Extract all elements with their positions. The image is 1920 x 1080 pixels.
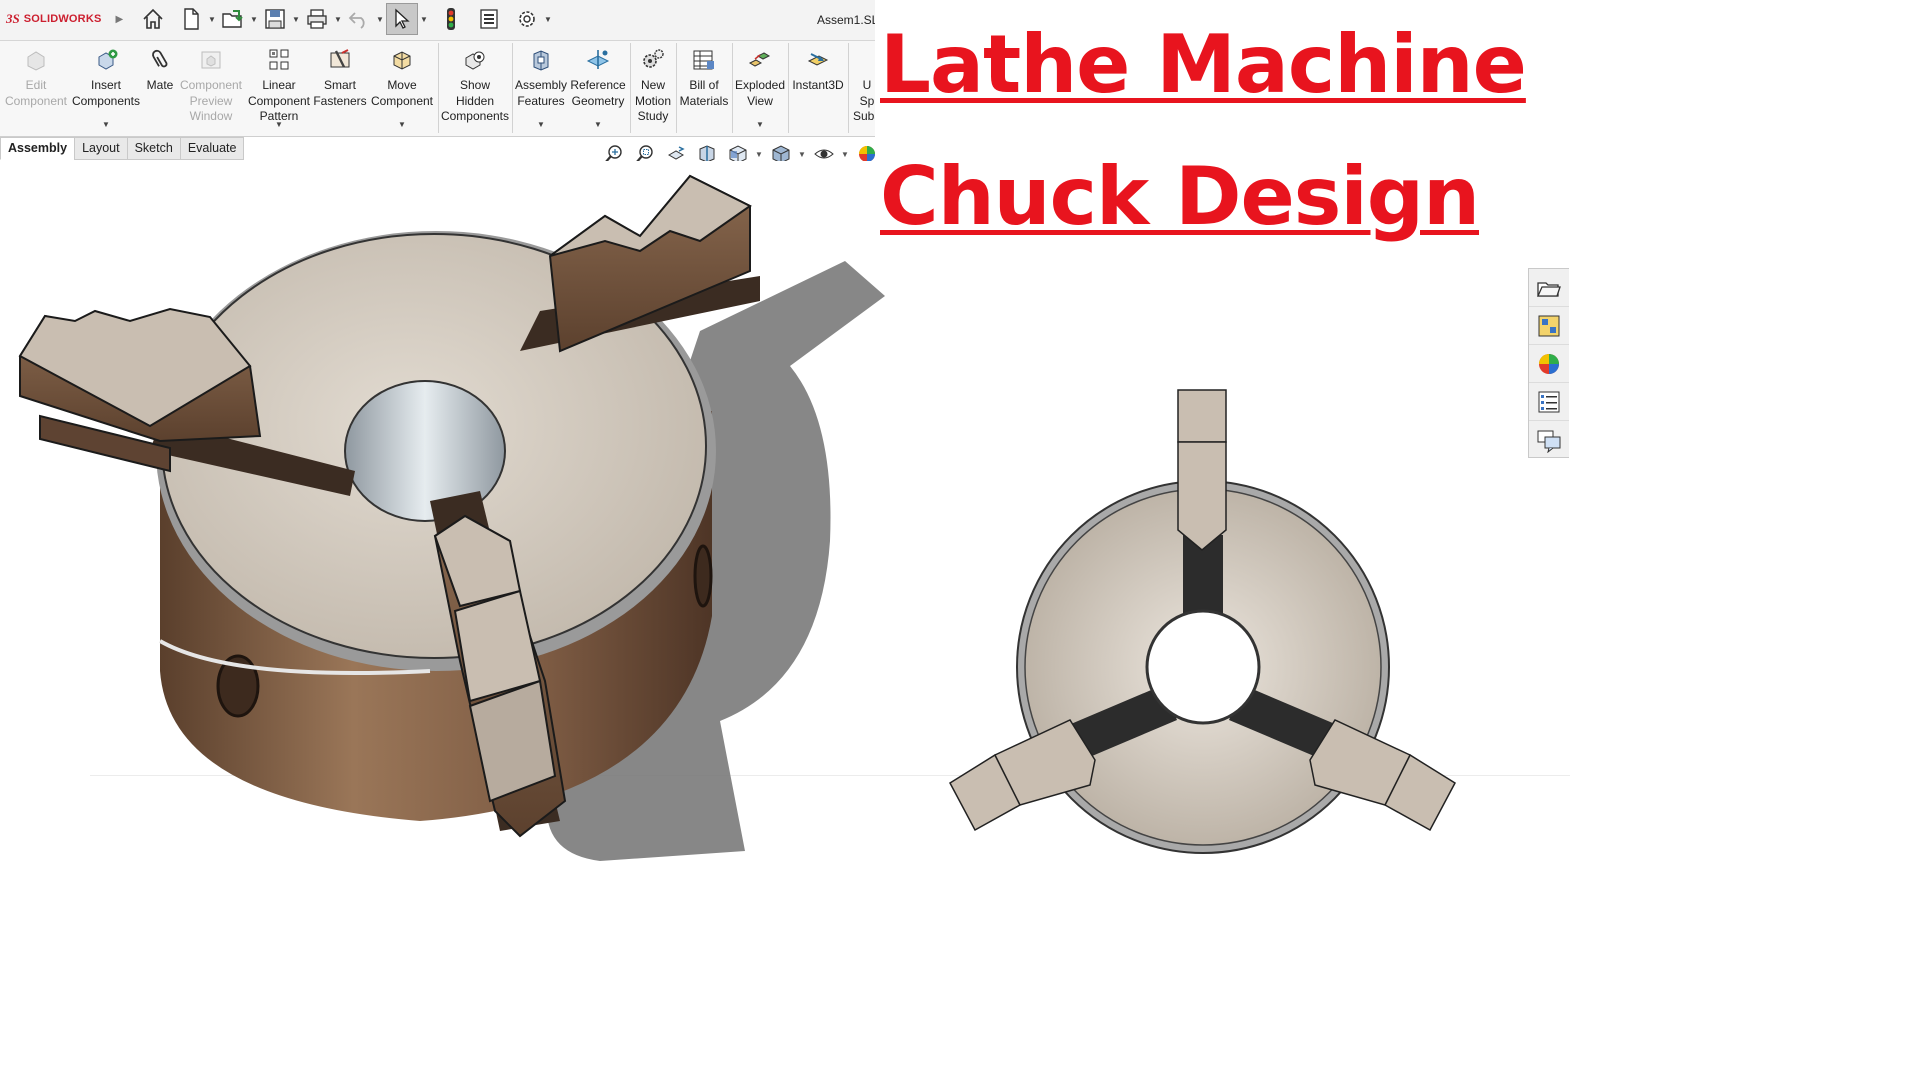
print-dropdown-icon[interactable]: ▼ bbox=[332, 15, 344, 24]
linear-pattern-dropdown-icon[interactable]: ▼ bbox=[275, 120, 283, 129]
linear-pattern-label: Linear Component Pattern bbox=[247, 78, 311, 123]
assembly-features-button[interactable]: Assembly Features ▼ bbox=[514, 45, 568, 133]
forum-icon[interactable] bbox=[1529, 421, 1569, 458]
front-view-jaw-top bbox=[1177, 389, 1227, 551]
linear-component-pattern-button[interactable]: Linear Component Pattern ▼ bbox=[246, 45, 312, 133]
component-preview-window-button[interactable]: Component Preview Window bbox=[178, 45, 244, 133]
select-dropdown-icon[interactable]: ▼ bbox=[418, 15, 430, 24]
edit-component-button[interactable]: Edit Component bbox=[4, 45, 68, 133]
move-component-dropdown-icon[interactable]: ▼ bbox=[398, 120, 406, 129]
document-title: Assem1.SLD bbox=[817, 13, 875, 27]
tab-sketch[interactable]: Sketch bbox=[126, 137, 181, 160]
instant3d-button[interactable]: Instant3D bbox=[790, 45, 846, 133]
exploded-view-dropdown-icon[interactable]: ▼ bbox=[756, 120, 764, 129]
tab-layout[interactable]: Layout bbox=[74, 137, 128, 160]
chuck-front-view[interactable] bbox=[945, 385, 1465, 865]
instant3d-label: Instant3D bbox=[792, 78, 844, 92]
front-view-jaw-left bbox=[949, 719, 1096, 832]
custom-properties-icon[interactable] bbox=[1529, 383, 1569, 421]
reference-geometry-icon bbox=[583, 45, 613, 75]
title-line-2: Chuck Design bbox=[880, 150, 1480, 243]
title-bar: 3S SOLIDWORKS ▶ ▼ ▼ ▼ ▼ ▼ ▼ ▼ Assem1.S bbox=[0, 0, 875, 41]
chuck-assembly-3d-model[interactable] bbox=[0, 161, 890, 881]
move-component-icon bbox=[387, 45, 417, 75]
smart-fasteners-icon bbox=[325, 45, 355, 75]
reference-geometry-dropdown-icon[interactable]: ▼ bbox=[594, 120, 602, 129]
save-icon[interactable] bbox=[260, 4, 290, 34]
print-icon[interactable] bbox=[302, 4, 332, 34]
speedpak-icon bbox=[850, 45, 875, 75]
exploded-view-icon bbox=[745, 45, 775, 75]
bill-of-materials-label: Bill of Materials bbox=[679, 78, 729, 108]
exploded-view-label: Exploded View bbox=[734, 78, 786, 108]
component-preview-icon bbox=[196, 45, 226, 75]
mate-button[interactable]: Mate bbox=[142, 45, 178, 133]
hide-show-items-dropdown-icon[interactable]: ▼ bbox=[841, 150, 849, 159]
insert-components-dropdown-icon[interactable]: ▼ bbox=[102, 120, 110, 129]
reference-geometry-label: Reference Geometry bbox=[570, 78, 626, 108]
exploded-view-button[interactable]: Exploded View ▼ bbox=[734, 45, 786, 133]
new-document-icon[interactable] bbox=[176, 4, 206, 34]
show-hidden-components-label: Show Hidden Components bbox=[440, 78, 510, 123]
save-dropdown-icon[interactable]: ▼ bbox=[290, 15, 302, 24]
file-explorer-icon[interactable] bbox=[1529, 307, 1569, 345]
bill-of-materials-icon bbox=[689, 45, 719, 75]
assembly-features-dropdown-icon[interactable]: ▼ bbox=[537, 120, 545, 129]
title-line-1: Lathe Machine bbox=[880, 18, 1527, 111]
show-hidden-components-icon bbox=[460, 45, 490, 75]
edit-component-label: Edit Component bbox=[4, 78, 68, 108]
design-library-icon[interactable] bbox=[1529, 269, 1569, 307]
tab-assembly[interactable]: Assembly bbox=[0, 137, 76, 160]
open-icon[interactable] bbox=[218, 4, 248, 34]
menu-expand-arrow-icon[interactable]: ▶ bbox=[116, 14, 124, 25]
undo-dropdown-icon[interactable]: ▼ bbox=[374, 15, 386, 24]
front-view-bore bbox=[1145, 609, 1261, 725]
appearances-icon[interactable] bbox=[1529, 345, 1569, 383]
command-tabs: Assembly Layout Sketch Evaluate bbox=[0, 137, 245, 160]
new-motion-study-label: New Motion Study bbox=[634, 78, 672, 123]
undo-icon[interactable] bbox=[344, 4, 374, 34]
edit-component-icon bbox=[21, 45, 51, 75]
update-speedpak-button[interactable]: U Sp Suba bbox=[850, 45, 875, 133]
smart-fasteners-label: Smart Fasteners bbox=[313, 78, 367, 108]
move-component-label: Move Component bbox=[370, 78, 434, 108]
show-hidden-components-button[interactable]: Show Hidden Components bbox=[440, 45, 510, 133]
home-icon[interactable] bbox=[138, 4, 168, 34]
options-dropdown-icon[interactable]: ▼ bbox=[542, 15, 554, 24]
insert-components-icon bbox=[91, 45, 121, 75]
assembly-features-label: Assembly Features bbox=[514, 78, 567, 108]
front-view-jaw-right bbox=[1309, 719, 1456, 832]
instant3d-icon bbox=[803, 45, 833, 75]
open-dropdown-icon[interactable]: ▼ bbox=[248, 15, 260, 24]
solidworks-logo[interactable]: 3S SOLIDWORKS ▶ bbox=[6, 10, 123, 28]
bill-of-materials-button[interactable]: Bill of Materials bbox=[678, 45, 730, 133]
reference-geometry-button[interactable]: Reference Geometry ▼ bbox=[568, 45, 628, 133]
move-component-button[interactable]: Move Component ▼ bbox=[368, 45, 436, 133]
mate-paperclip-icon bbox=[145, 45, 175, 75]
task-pane-tabs bbox=[1528, 268, 1569, 458]
assembly-features-icon bbox=[526, 45, 556, 75]
select-icon[interactable] bbox=[386, 3, 418, 35]
ds-logo-mark: 3S bbox=[6, 11, 20, 26]
quick-access-toolbar: ▼ ▼ ▼ ▼ ▼ ▼ ▼ bbox=[138, 3, 554, 35]
command-manager-ribbon: Edit Component Insert Components ▼ Mate … bbox=[0, 41, 875, 137]
tab-evaluate[interactable]: Evaluate bbox=[179, 137, 245, 160]
file-properties-icon[interactable] bbox=[474, 4, 504, 34]
component-preview-label: Component Preview Window bbox=[179, 78, 243, 123]
mate-label: Mate bbox=[146, 78, 174, 92]
insert-components-label: Insert Components bbox=[71, 78, 141, 108]
update-speedpak-label: U Sp Suba bbox=[852, 78, 875, 123]
insert-components-button[interactable]: Insert Components ▼ bbox=[70, 45, 142, 133]
new-dropdown-icon[interactable]: ▼ bbox=[206, 15, 218, 24]
rebuild-icon[interactable] bbox=[436, 4, 466, 34]
options-icon[interactable] bbox=[512, 4, 542, 34]
body-bolt-hole-right bbox=[693, 544, 713, 608]
new-motion-study-button[interactable]: New Motion Study bbox=[632, 45, 674, 133]
motion-study-gear-icon bbox=[638, 45, 668, 75]
brand-name: SOLIDWORKS bbox=[23, 13, 102, 25]
view-orientation-dropdown-icon[interactable]: ▼ bbox=[755, 150, 763, 159]
display-style-dropdown-icon[interactable]: ▼ bbox=[798, 150, 806, 159]
smart-fasteners-button[interactable]: Smart Fasteners bbox=[312, 45, 368, 133]
linear-pattern-icon bbox=[264, 45, 294, 75]
